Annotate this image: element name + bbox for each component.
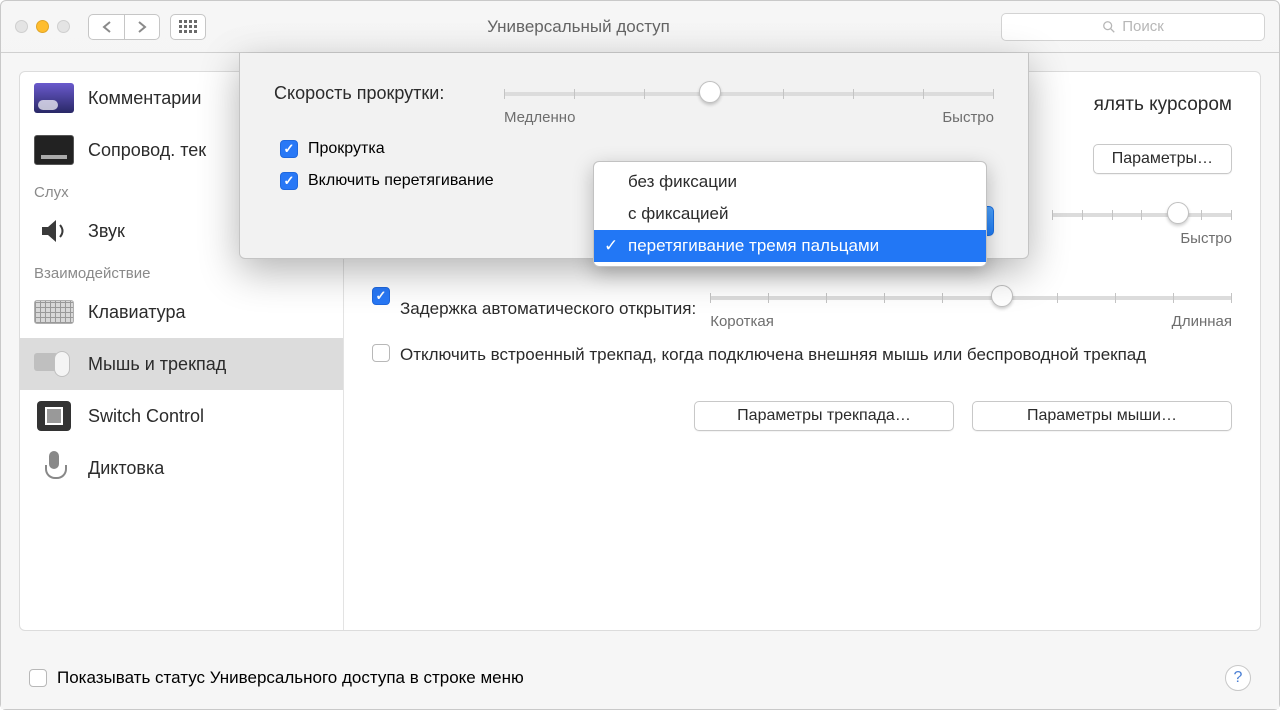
speaker-icon bbox=[38, 215, 70, 247]
maximize-icon[interactable] bbox=[57, 20, 70, 33]
sidebar-item-label: Сопровод. тек bbox=[88, 140, 206, 161]
captions-icon bbox=[34, 135, 74, 165]
trackpad-params-button[interactable]: Параметры трекпада… bbox=[694, 401, 954, 431]
slider-min-label: Короткая bbox=[710, 313, 774, 330]
close-icon[interactable] bbox=[15, 20, 28, 33]
drag-mode-dropdown[interactable]: без фиксации с фиксацией перетягивание т… bbox=[593, 161, 987, 267]
show-status-label: Показывать статус Универсального доступа… bbox=[57, 668, 524, 688]
sidebar-item-label: Мышь и трекпад bbox=[88, 354, 226, 375]
enable-drag-label: Включить перетягивание bbox=[308, 172, 494, 190]
help-button[interactable]: ? bbox=[1225, 665, 1251, 691]
options-sheet: Скорость прокрутки: Медленно Быстро Прок… bbox=[239, 53, 1029, 259]
mouse-icon bbox=[34, 349, 74, 379]
sidebar-item-dictation[interactable]: Диктовка bbox=[20, 442, 343, 494]
dropdown-option-with-lock[interactable]: с фиксацией bbox=[594, 198, 986, 230]
sidebar-item-switch-control[interactable]: Switch Control bbox=[20, 390, 343, 442]
sidebar-item-mouse-trackpad[interactable]: Мышь и трекпад bbox=[20, 338, 343, 390]
doubleclick-slider[interactable] bbox=[1052, 204, 1232, 224]
search-input[interactable]: Поиск bbox=[1001, 13, 1265, 41]
disable-trackpad-label: Отключить встроенный трекпад, когда подк… bbox=[400, 344, 1146, 367]
mic-icon bbox=[39, 451, 69, 485]
slider-knob[interactable] bbox=[991, 285, 1013, 307]
sidebar-item-keyboard[interactable]: Клавиатура bbox=[20, 286, 343, 338]
dropdown-option-no-lock[interactable]: без фиксации bbox=[594, 166, 986, 198]
sidebar-section-interaction: Взаимодействие bbox=[20, 257, 343, 286]
keyboard-icon bbox=[34, 300, 74, 324]
titlebar: Универсальный доступ Поиск bbox=[1, 1, 1279, 53]
minimize-icon[interactable] bbox=[36, 20, 49, 33]
search-icon bbox=[1102, 20, 1116, 34]
slider-max-label: Быстро bbox=[942, 109, 994, 126]
scrolling-checkbox[interactable] bbox=[280, 140, 298, 158]
slider-min-label: Медленно bbox=[504, 109, 575, 126]
search-placeholder: Поиск bbox=[1122, 18, 1164, 35]
window-title: Универсальный доступ bbox=[156, 17, 1001, 37]
sidebar-item-label: Звук bbox=[88, 221, 125, 242]
switch-icon bbox=[37, 401, 71, 431]
window-controls bbox=[15, 20, 70, 33]
params-button[interactable]: Параметры… bbox=[1093, 144, 1232, 174]
sidebar-item-label: Клавиатура bbox=[88, 302, 186, 323]
sidebar-item-label: Комментарии bbox=[88, 88, 201, 109]
slider-knob[interactable] bbox=[699, 81, 721, 103]
back-button[interactable] bbox=[88, 14, 124, 40]
dropdown-option-three-finger[interactable]: перетягивание тремя пальцами bbox=[594, 230, 986, 262]
cursor-row-label: ялять курсором bbox=[1094, 94, 1232, 116]
comments-icon bbox=[34, 83, 74, 113]
sidebar-item-label: Switch Control bbox=[88, 406, 204, 427]
scroll-speed-slider[interactable] bbox=[504, 83, 994, 103]
spring-delay-checkbox[interactable] bbox=[372, 287, 390, 305]
scrolling-label: Прокрутка bbox=[308, 140, 385, 158]
disable-trackpad-checkbox[interactable] bbox=[372, 344, 390, 362]
slider-max-label: Быстро bbox=[1180, 230, 1232, 247]
spring-delay-slider[interactable] bbox=[710, 287, 1232, 307]
scroll-speed-label: Скорость прокрутки: bbox=[274, 83, 504, 104]
mouse-params-button[interactable]: Параметры мыши… bbox=[972, 401, 1232, 431]
enable-drag-checkbox[interactable] bbox=[280, 172, 298, 190]
show-status-checkbox[interactable] bbox=[29, 669, 47, 687]
forward-button[interactable] bbox=[124, 14, 160, 40]
spring-delay-label: Задержка автоматического открытия: bbox=[400, 299, 696, 319]
slider-max-label: Длинная bbox=[1172, 313, 1232, 330]
slider-knob[interactable] bbox=[1167, 202, 1189, 224]
sidebar-item-label: Диктовка bbox=[88, 458, 164, 479]
